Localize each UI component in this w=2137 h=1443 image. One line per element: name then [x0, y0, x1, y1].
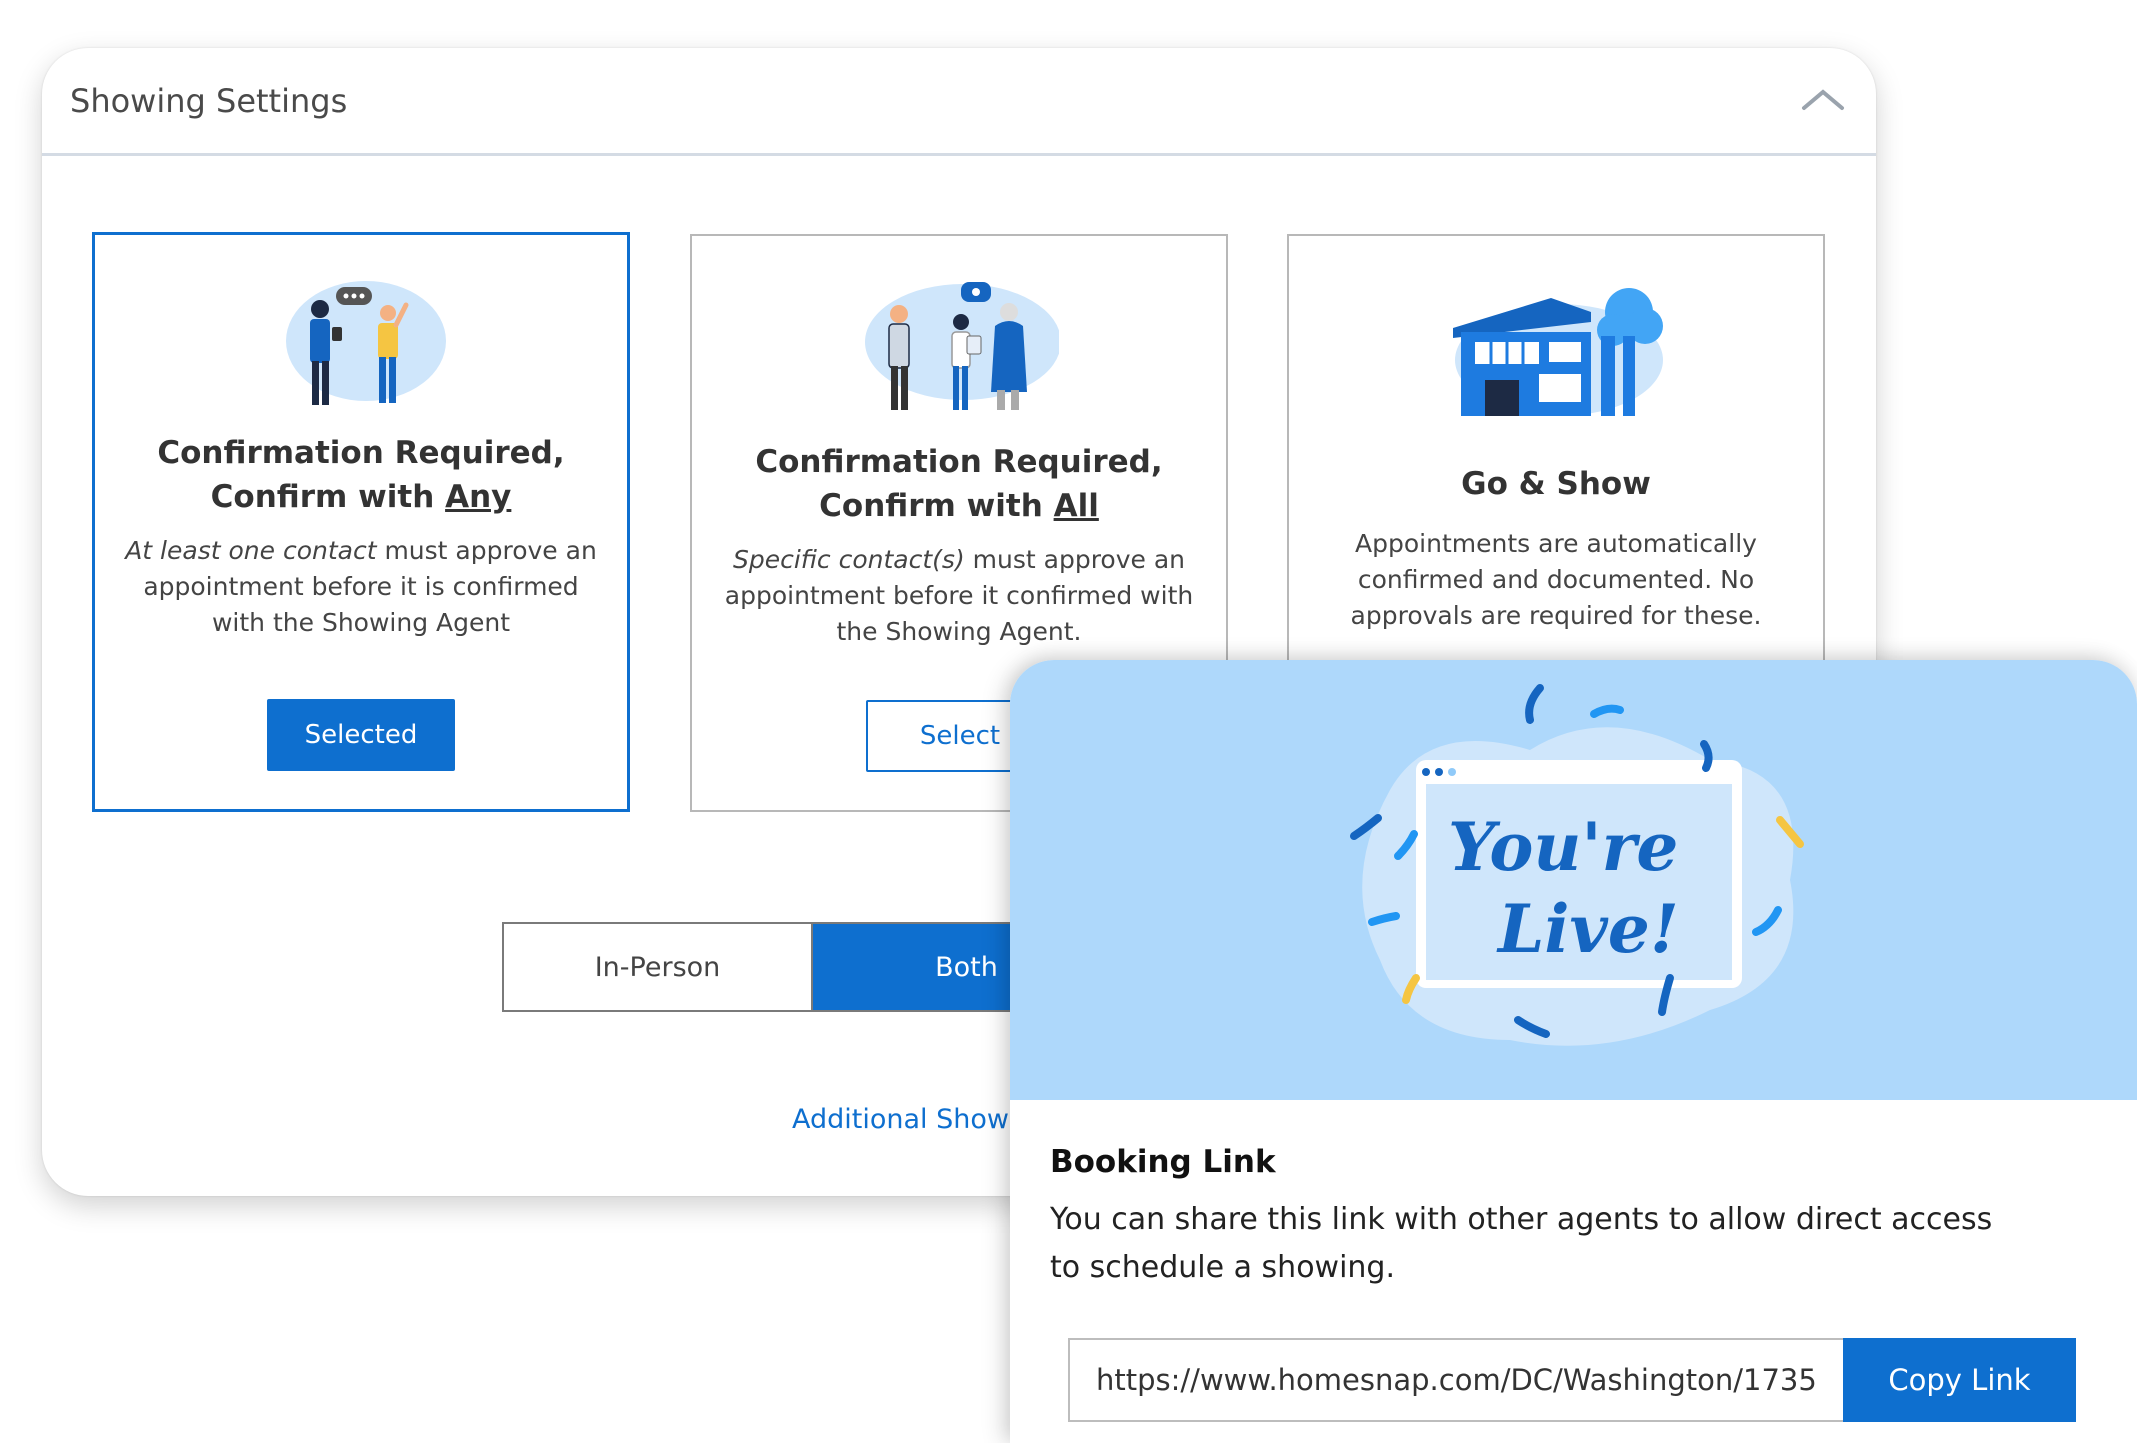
card-title: Confirmation Required, Confirm with Any	[157, 435, 565, 515]
booking-link-input[interactable]	[1068, 1338, 1843, 1422]
copy-link-button[interactable]: Copy Link	[1843, 1338, 2076, 1422]
svg-text:You're: You're	[1448, 808, 1678, 886]
app-stage: Showing Settings Confirmation Required, …	[0, 0, 2137, 1443]
booking-link-description: You can share this link with other agent…	[1050, 1202, 1993, 1285]
card-description: Specific contact(s) must approve an appo…	[724, 545, 1194, 646]
segment-in-person[interactable]: In-Person	[504, 924, 813, 1010]
selected-button[interactable]: Selected	[267, 699, 455, 771]
booking-link-card: You're Live! Booking Link You can share …	[1010, 660, 2137, 1443]
youre-live-hero: You're Live!	[1010, 660, 2137, 1100]
booking-link-title: Booking Link	[1050, 1144, 1276, 1180]
card-description: At least one contact must approve an app…	[125, 536, 597, 637]
link-row: Copy Link	[1068, 1338, 2076, 1422]
svg-text:Live!: Live!	[1496, 890, 1679, 968]
card-title: Confirmation Required, Confirm with All	[755, 444, 1163, 524]
panel-header: Showing Settings	[42, 48, 1876, 156]
option-card-confirm-any[interactable]: Confirmation Required, Confirm with Any …	[92, 232, 630, 812]
confetti-browser-illustration-icon: You're Live!	[1350, 684, 1804, 1046]
card-description: Appointments are automatically confirmed…	[1350, 529, 1762, 630]
panel-title: Showing Settings	[70, 82, 348, 120]
card-title: Go & Show	[1461, 466, 1651, 502]
house-illustration-icon	[1441, 276, 1671, 426]
agents-chat-illustration-icon	[276, 269, 446, 419]
chevron-up-icon[interactable]	[1798, 80, 1848, 120]
contacts-group-illustration-icon	[859, 272, 1061, 420]
